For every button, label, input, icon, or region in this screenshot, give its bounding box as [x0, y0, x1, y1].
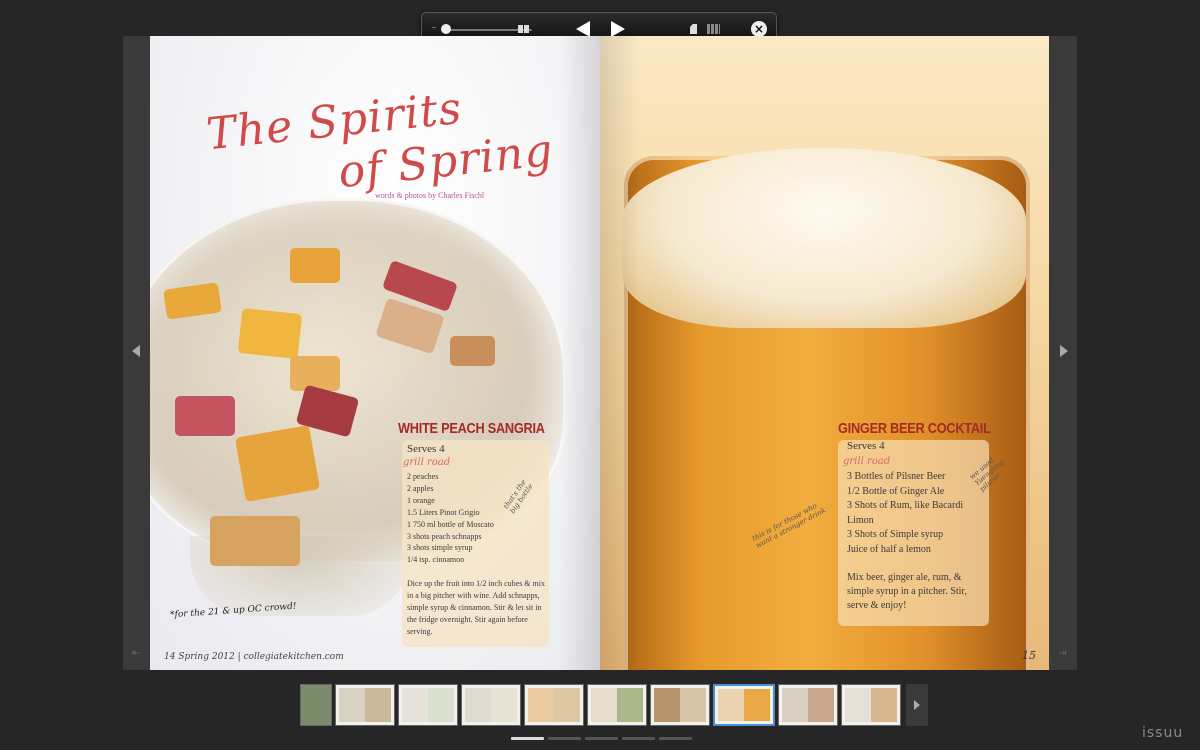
thumbnail-next-button[interactable]: [906, 684, 928, 726]
ginger-beer-method: Mix beer, ginger ale, rum, & simple syru…: [847, 572, 967, 611]
page-thumbnail[interactable]: [841, 684, 901, 726]
ingredient: Limon: [847, 514, 874, 526]
arrow-right-icon: [1060, 345, 1068, 357]
ingredient: 3 Shots of Rum, like Bacardi: [847, 500, 964, 511]
article-byline: words & photos by Charles Fischl: [375, 191, 485, 200]
fruit-piece: [450, 336, 495, 366]
right-page[interactable]: GINGER BEER COCKTAIL Serves 4 grill road…: [600, 36, 1049, 670]
thumbnail-strip: [300, 684, 928, 728]
left-page[interactable]: The Spirits of Spring words & photos by …: [150, 36, 600, 670]
ingredient: 3 shots simple syrup: [407, 543, 473, 553]
page-thumbnail[interactable]: [300, 684, 332, 726]
arrow-right-icon: [914, 700, 920, 710]
sangria-subhead: grill road: [403, 457, 451, 468]
ingredient: 3 Shots of Simple syrup: [847, 529, 944, 540]
pager-dot[interactable]: [548, 737, 581, 740]
zoom-min-label: –: [432, 24, 436, 31]
page-thumbnail[interactable]: [587, 684, 647, 726]
pager-dot[interactable]: [659, 737, 692, 740]
spine-shadow: [600, 36, 640, 670]
ingredient: Juice of half a lemon: [847, 543, 931, 555]
ingredient: 1 750 ml bottle of Moscato: [407, 519, 494, 529]
ingredient: 2 peaches: [407, 472, 439, 481]
zoom-slider-handle[interactable]: [441, 24, 451, 34]
side-previous-button[interactable]: ⇤: [123, 36, 151, 670]
beer-foam-image: [622, 148, 1026, 328]
fruit-piece: [290, 356, 340, 391]
fruit-piece: [210, 516, 300, 566]
page-thumbnail-active[interactable]: [713, 684, 775, 726]
close-button[interactable]: ×: [751, 21, 767, 37]
page-thumbnail[interactable]: [524, 684, 584, 726]
page-thumbnail[interactable]: [398, 684, 458, 726]
page-thumbnail[interactable]: [461, 684, 521, 726]
ingredient: 3 shots peach schnapps: [407, 531, 482, 541]
ingredient: 1/4 tsp. cinnamon: [407, 555, 465, 565]
ginger-beer-serves: Serves 4: [847, 440, 885, 452]
next-page-button[interactable]: [611, 21, 625, 37]
fruit-piece: [290, 248, 340, 283]
page-thumbnail[interactable]: [650, 684, 710, 726]
ingredient: 3 Bottles of Pilsner Beer: [847, 471, 946, 482]
previous-page-button[interactable]: [576, 21, 590, 37]
page-folio-left: 14 Spring 2012 | collegiatekitchen.com: [164, 652, 344, 662]
sangria-ingredients: 2 peaches 2 apples 1 orange 1.5 Liters P…: [407, 471, 494, 566]
page-thumbnail[interactable]: [335, 684, 395, 726]
arrow-left-icon: [132, 345, 140, 357]
page-thumbnail[interactable]: [778, 684, 838, 726]
ingredient: 1.5 Liters Pinot Grigio: [407, 507, 480, 517]
fruit-piece: [237, 307, 303, 360]
pager-dot[interactable]: [585, 737, 618, 740]
spine-shadow: [560, 36, 600, 670]
last-page-icon[interactable]: ⇥: [1058, 648, 1066, 659]
two-page-view-icon[interactable]: [518, 25, 529, 33]
issuu-logo: issuu: [1142, 725, 1184, 741]
sangria-method: Dice up the fruit into 1/2 inch cubes & …: [407, 579, 545, 636]
single-page-view-icon[interactable]: [690, 24, 697, 34]
ginger-beer-ingredients: 3 Bottles of Pilsner Beer 1/2 Bottle of …: [847, 470, 963, 557]
fruit-piece: [234, 424, 321, 503]
pager-dot[interactable]: [511, 737, 544, 740]
ingredient: 1 orange: [407, 495, 435, 505]
sangria-recipe-title: WHITE PEACH SANGRIA: [398, 420, 545, 437]
sangria-serves: Serves 4: [407, 443, 445, 455]
ginger-beer-recipe-title: GINGER BEER COCKTAIL: [838, 420, 991, 437]
page-folio-right: 15: [1022, 649, 1036, 662]
pager-dot[interactable]: [622, 737, 655, 740]
side-next-button[interactable]: ⇥: [1049, 36, 1077, 670]
grid-view-icon[interactable]: [707, 24, 720, 34]
first-page-icon[interactable]: ⇤: [132, 648, 140, 659]
ginger-beer-subhead: grill road: [843, 456, 891, 467]
fruit-piece: [175, 396, 235, 436]
ingredient: 2 apples: [407, 483, 434, 493]
ingredient: 1/2 Bottle of Ginger Ale: [847, 485, 945, 497]
